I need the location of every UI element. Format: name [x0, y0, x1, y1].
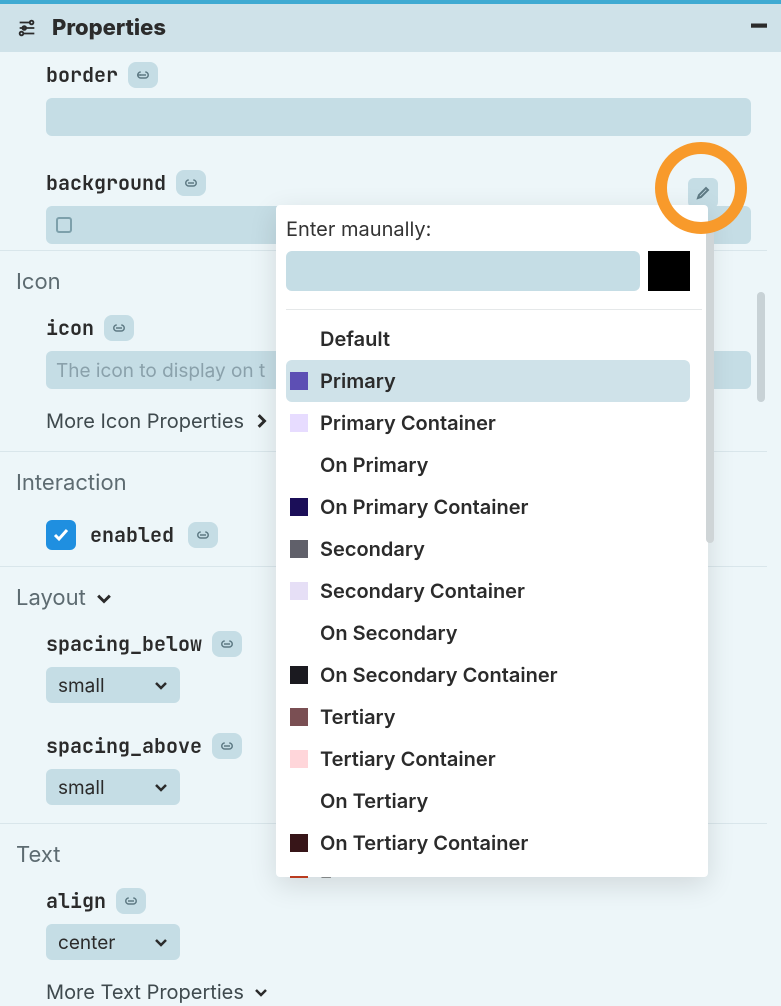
color-option-label: On Secondary	[320, 621, 458, 645]
color-option[interactable]: Secondary Container	[286, 570, 690, 612]
color-swatch-icon	[290, 666, 308, 684]
spacing-below-select[interactable]: small	[46, 667, 180, 703]
popup-scrollbar[interactable]	[706, 223, 714, 543]
link-icon[interactable]	[212, 631, 242, 657]
color-text-input[interactable]	[286, 251, 640, 291]
color-option[interactable]: Error	[286, 864, 690, 878]
more-text-props[interactable]: More Text Properties	[0, 966, 767, 1006]
chevron-down-icon	[96, 591, 112, 605]
panel-scrollbar[interactable]	[757, 292, 765, 402]
prop-label: enabled	[90, 522, 174, 548]
color-option-label: Tertiary	[320, 705, 396, 729]
color-option[interactable]: Tertiary	[286, 696, 690, 738]
prop-label: align	[46, 888, 106, 914]
color-option-label: Error	[320, 873, 368, 878]
prop-align: align center	[0, 878, 767, 966]
color-option-label: Primary	[320, 369, 396, 393]
color-option-label: Primary Container	[320, 411, 496, 435]
prop-border: border	[0, 52, 767, 142]
color-swatch-icon	[290, 330, 308, 348]
panel-title: Properties	[52, 15, 166, 41]
section-label: Layout	[16, 585, 86, 611]
link-icon[interactable]	[176, 170, 206, 196]
color-option[interactable]: Primary	[286, 360, 690, 402]
chevron-down-icon	[154, 781, 168, 793]
color-option[interactable]: On Tertiary Container	[286, 822, 690, 864]
more-label: More Icon Properties	[46, 409, 244, 433]
color-option-label: On Tertiary	[320, 789, 428, 813]
select-value: center	[58, 931, 115, 954]
select-value: small	[58, 674, 105, 697]
color-swatch-icon	[290, 372, 308, 390]
align-select[interactable]: center	[46, 924, 180, 960]
minimize-icon[interactable]: –	[751, 24, 767, 32]
color-option-label: On Tertiary Container	[320, 831, 528, 855]
color-option-label: Default	[320, 327, 390, 351]
color-swatch-icon	[290, 414, 308, 432]
sliders-icon	[14, 15, 40, 41]
color-role-list: Default Primary Primary Container On Primar…	[286, 318, 708, 878]
color-swatch-icon	[290, 540, 308, 558]
color-option[interactable]: On Primary	[286, 444, 690, 486]
prop-label: spacing_above	[46, 733, 202, 759]
chevron-down-icon	[154, 679, 168, 691]
spacing-above-select[interactable]: small	[46, 769, 180, 805]
color-option-label: On Primary Container	[320, 495, 529, 519]
color-swatch-icon	[290, 582, 308, 600]
section-label: Interaction	[16, 470, 127, 496]
more-label: More Text Properties	[46, 980, 244, 1004]
enabled-checkbox[interactable]	[46, 520, 76, 550]
color-swatch-icon	[290, 876, 308, 878]
chevron-down-icon	[254, 986, 268, 998]
color-option[interactable]: On Secondary	[286, 612, 690, 654]
divider	[286, 309, 702, 310]
color-option[interactable]: Secondary	[286, 528, 690, 570]
chevron-down-icon	[154, 936, 168, 948]
color-option[interactable]: Primary Container	[286, 402, 690, 444]
color-swatch-icon	[290, 456, 308, 474]
color-swatch-icon	[290, 708, 308, 726]
color-option[interactable]: Default	[286, 318, 690, 360]
prop-label: icon	[46, 315, 94, 341]
link-icon[interactable]	[188, 522, 218, 548]
prop-label: border	[46, 62, 118, 88]
popup-heading: Enter maunally:	[286, 217, 708, 241]
color-swatch-icon	[290, 792, 308, 810]
section-label: Icon	[16, 269, 61, 295]
color-picker-popup: Enter maunally: Default Primary Primary Co…	[276, 205, 708, 877]
link-icon[interactable]	[212, 733, 242, 759]
empty-color-icon	[56, 217, 72, 233]
color-swatch-icon	[290, 834, 308, 852]
color-option[interactable]: On Tertiary	[286, 780, 690, 822]
placeholder-text: The icon to display on t	[56, 359, 265, 382]
edit-color-button[interactable]	[688, 178, 718, 208]
panel-header: Properties –	[0, 0, 781, 52]
link-icon[interactable]	[116, 888, 146, 914]
color-option-label: On Primary	[320, 453, 428, 477]
prop-label: background	[46, 170, 166, 196]
color-option-label: Secondary Container	[320, 579, 525, 603]
link-icon[interactable]	[104, 315, 134, 341]
color-preview-swatch[interactable]	[648, 251, 690, 291]
color-option-label: Secondary	[320, 537, 425, 561]
color-swatch-icon	[290, 750, 308, 768]
color-option[interactable]: On Primary Container	[286, 486, 690, 528]
color-option-label: On Secondary Container	[320, 663, 558, 687]
link-icon[interactable]	[128, 62, 158, 88]
color-swatch-icon	[290, 498, 308, 516]
section-label: Text	[16, 842, 60, 868]
select-value: small	[58, 776, 105, 799]
prop-label: spacing_below	[46, 631, 202, 657]
color-option[interactable]: Tertiary Container	[286, 738, 690, 780]
color-option[interactable]: On Secondary Container	[286, 654, 690, 696]
color-swatch-icon	[290, 624, 308, 642]
chevron-right-icon	[254, 414, 268, 428]
color-option-label: Tertiary Container	[320, 747, 496, 771]
border-input[interactable]	[46, 98, 751, 136]
